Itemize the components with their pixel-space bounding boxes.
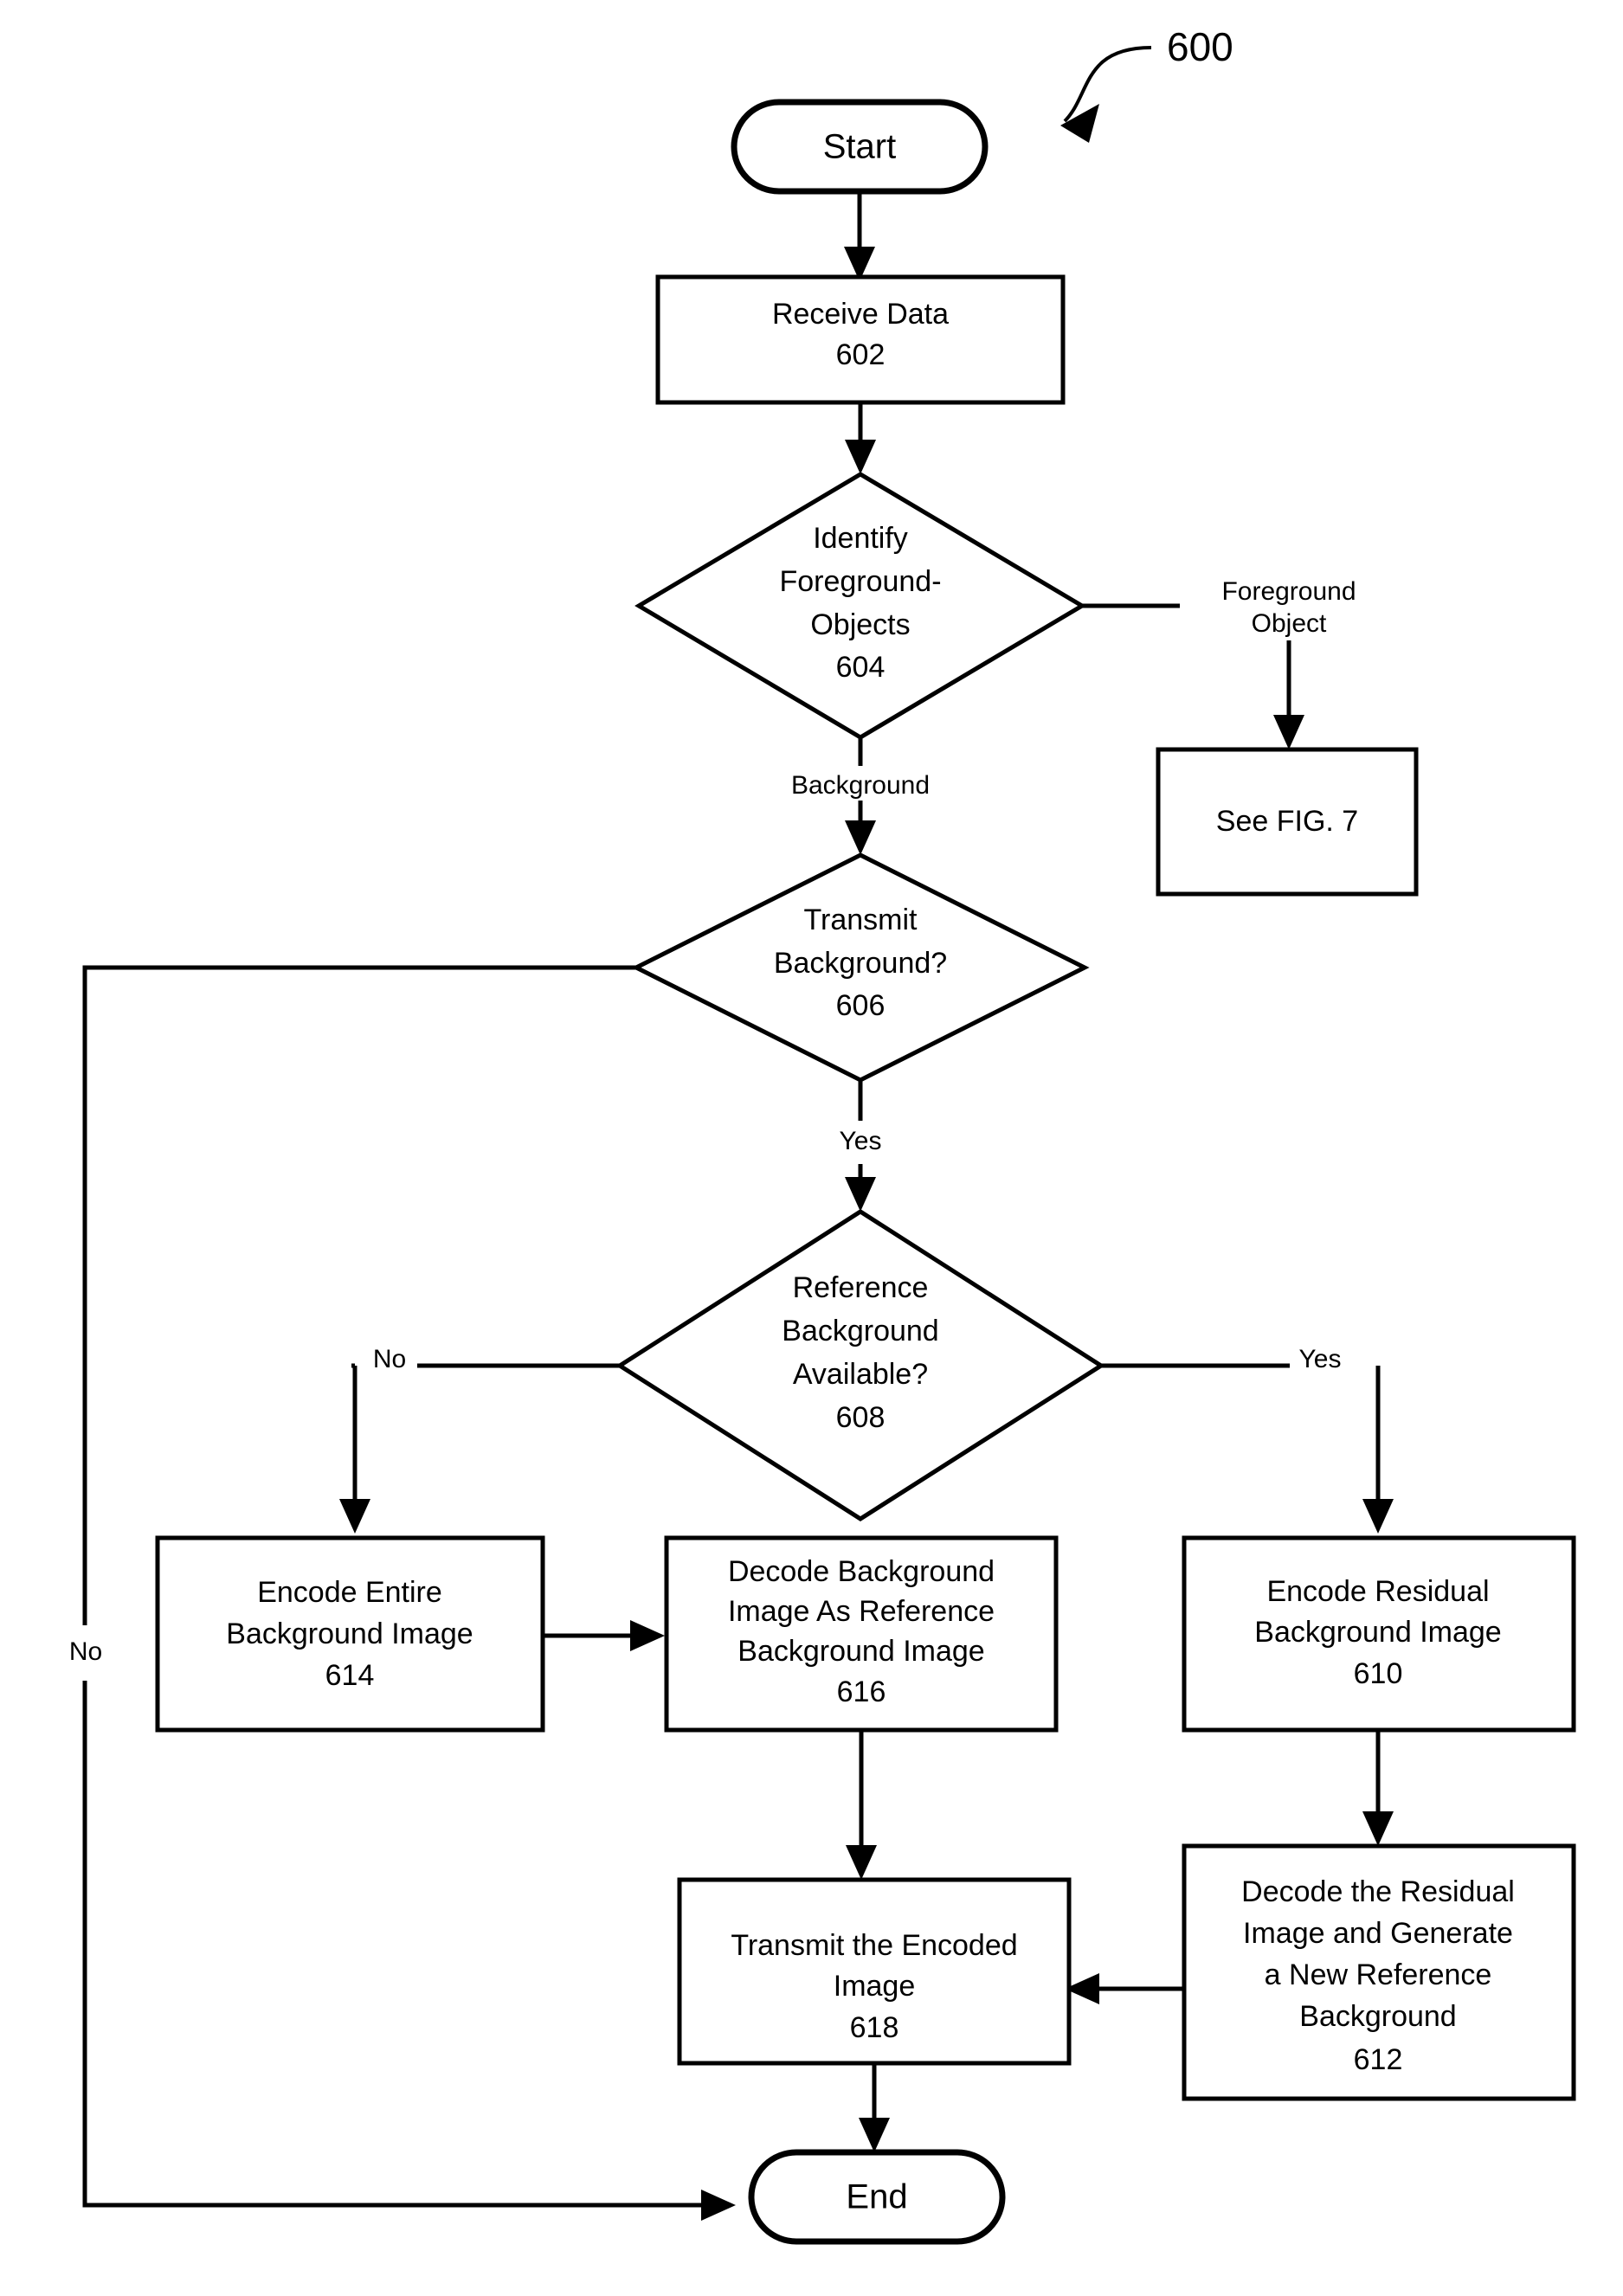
edge-arrowhead [1362,1811,1394,1846]
encode-entire-line2: Background Image [226,1617,473,1650]
transmit-background-line1: Transmit [804,904,918,936]
reference-background-ref: 608 [836,1401,886,1434]
start-label: Start [823,128,896,166]
edge-reference-yes-to-encode-residual: Yes [1101,1345,1394,1534]
edge-label-background: Background [791,771,930,800]
decode-residual-line1: Decode the Residual [1241,1875,1515,1908]
edge-transmit-encoded-to-end [859,2063,890,2152]
decode-background-line2: Image As Reference [728,1595,995,1628]
encode-entire-ref: 614 [325,1659,375,1692]
edge-decode-residual-to-transmit-encoded [1065,1973,1184,2004]
identify-foreground-line3: Objects [810,608,910,641]
edge-arrowhead [339,1499,370,1534]
flowchart-svg: 600 Start Receive Data 602 Identify Fore… [62,24,1576,2245]
receive-data-line1: Receive Data [772,298,949,331]
node-decode-residual-image[interactable]: Decode the Residual Image and Generate a… [1182,1843,1576,2101]
decode-background-line1: Decode Background [728,1555,995,1588]
edge-encode-entire-to-decode-background [543,1620,665,1651]
identify-foreground-shape [634,472,1086,740]
reference-background-line1: Reference [793,1271,929,1304]
figure-leader-line [1063,46,1152,123]
edge-arrowhead [630,1620,665,1651]
encode-residual-line2: Background Image [1254,1616,1501,1649]
edge-arrowhead [1362,1499,1394,1534]
node-encode-residual-background[interactable]: Encode Residual Background Image 610 [1182,1535,1576,1733]
edge-arrowhead [1273,715,1304,749]
edge-label-reference-no: No [373,1345,406,1373]
edge-label-foreground-object-line2: Object [1252,609,1327,638]
node-see-fig7[interactable]: See FIG. 7 [1156,747,1419,897]
edge-encode-residual-to-decode-residual [1362,1730,1394,1846]
decode-residual-line3: a New Reference [1265,1958,1492,1991]
node-transmit-background[interactable]: Transmit Background? 606 [631,852,1090,1083]
node-reference-background-available[interactable]: Reference Background Available? 608 [615,1209,1105,1521]
transmit-background-line2: Background? [774,947,947,980]
identify-foreground-line2: Foreground- [779,565,941,598]
reference-background-line3: Available? [793,1358,928,1391]
edge-identify-to-transmit-background: Background [791,737,930,855]
edge-decode-background-to-transmit-encoded [846,1730,877,1880]
edge-arrowhead [859,2118,890,2152]
node-transmit-encoded-image[interactable]: Transmit the Encoded Image 618 [677,1877,1072,2066]
transmit-encoded-ref: 618 [850,2011,899,2044]
edge-start-to-receive-data [844,191,875,281]
identify-foreground-line1: Identify [813,522,908,555]
receive-data-ref: 602 [836,338,886,371]
figure-reference-callout: 600 [1060,24,1233,143]
identify-foreground-ref: 604 [836,651,886,684]
encode-entire-line1: Encode Entire [257,1576,442,1609]
figure-leader-arrowhead [1060,104,1099,143]
edge-arrowhead [845,440,876,474]
figure-number-label: 600 [1167,24,1233,69]
edge-arrowhead [701,2190,736,2221]
node-start[interactable]: Start [731,99,989,195]
edge-reference-no-to-encode-entire: No [339,1345,620,1534]
reference-background-line2: Background [782,1315,938,1347]
decode-background-line3: Background Image [737,1635,984,1668]
flowchart-page: 600 Start Receive Data 602 Identify Fore… [0,0,1623,2296]
edge-label-transmit-no-text: No [69,1637,102,1666]
edge-label-transmit-yes: Yes [840,1127,882,1155]
transmit-encoded-line1: Transmit the Encoded [731,1929,1017,1962]
transmit-background-ref: 606 [836,989,886,1022]
decode-residual-line4: Background [1299,2000,1456,2033]
edge-label-foreground-object-line1: Foreground [1221,577,1356,606]
see-fig7-label: See FIG. 7 [1216,805,1358,838]
edge-identify-to-see-fig7: Foreground Object [1082,577,1356,749]
edge-arrowhead [846,1845,877,1880]
decode-residual-ref: 612 [1354,2043,1403,2076]
edge-receive-data-to-identify [845,402,876,474]
transmit-encoded-line2: Image [834,1970,916,2003]
node-decode-background-as-reference[interactable]: Decode Background Image As Reference Bac… [664,1535,1059,1733]
encode-residual-ref: 610 [1354,1657,1403,1690]
edge-transmit-background-yes-to-reference: Yes [840,1080,882,1212]
decode-residual-line2: Image and Generate [1243,1917,1513,1950]
node-encode-entire-background[interactable]: Encode Entire Background Image 614 [155,1535,545,1733]
decode-background-ref: 616 [837,1675,886,1708]
encode-residual-line1: Encode Residual [1266,1575,1489,1608]
edge-arrowhead [845,820,876,855]
edge-arrowhead [845,1177,876,1212]
node-receive-data[interactable]: Receive Data 602 [655,274,1066,405]
node-identify-foreground-objects[interactable]: Identify Foreground- Objects 604 [634,472,1086,740]
edge-label-reference-yes: Yes [1299,1345,1342,1373]
end-label: End [846,2178,907,2216]
node-end[interactable]: End [748,2149,1006,2245]
